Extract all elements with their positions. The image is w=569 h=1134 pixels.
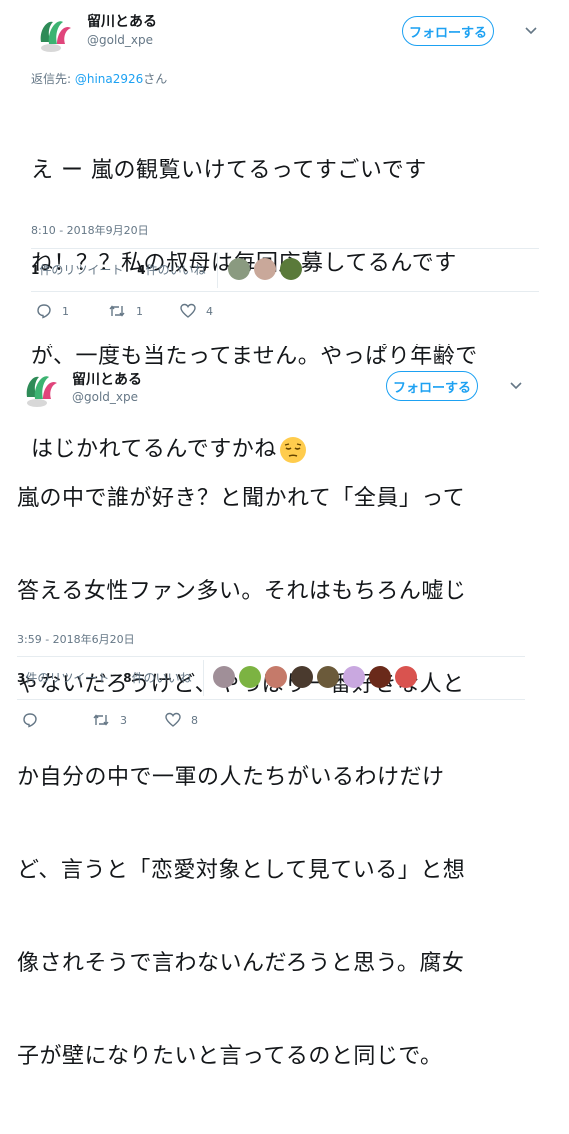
retweet-action[interactable]: 1	[108, 303, 143, 319]
retweet-label: 件のリツイート	[39, 263, 124, 277]
chevron-down-icon[interactable]	[507, 377, 525, 395]
reply-count: 1	[62, 304, 69, 318]
follow-button[interactable]: フォローする	[402, 16, 494, 46]
divider	[217, 252, 218, 288]
like-action[interactable]: 8	[165, 712, 198, 728]
like-label: 件のいいね	[145, 263, 206, 277]
retweet-action[interactable]: 3	[92, 712, 127, 728]
tweet: 留川とある @gold_xpe フォローする 返信先: @hina2926さん …	[0, 0, 569, 463]
retweet-count: 1	[136, 304, 143, 318]
stats-row: 3件のリツイート 8件のいいね	[17, 669, 192, 686]
liker-avatar[interactable]	[254, 258, 276, 280]
tweet-text-line: え ー 嵐の観覧いけてるってすごいです	[31, 158, 427, 183]
tweet-text-line: 嵐の中で誰が好き？と聞かれて「全員」って	[17, 486, 466, 511]
liker-avatar[interactable]	[369, 666, 391, 688]
retweet-stat[interactable]: 3件のリツイート	[17, 671, 109, 685]
tweet-text-line: 子が壁になりたいと言ってるのと同じで。	[17, 1044, 443, 1069]
divider	[0, 345, 569, 346]
like-count: 4	[206, 304, 213, 318]
reply-to-line: 返信先: @hina2926さん	[31, 70, 167, 87]
timestamp[interactable]: 8:10 - 2018年9月20日	[31, 222, 149, 238]
chevron-down-icon[interactable]	[522, 22, 540, 40]
divider	[31, 248, 539, 249]
retweet-icon	[109, 305, 125, 317]
retweet-icon	[93, 714, 109, 726]
liker-avatar[interactable]	[228, 258, 250, 280]
retweet-label: 件のリツイート	[25, 671, 110, 685]
divider	[203, 660, 204, 696]
liker-avatar[interactable]	[213, 666, 235, 688]
display-name[interactable]: 留川とある	[87, 11, 157, 31]
user-handle[interactable]: @gold_xpe	[87, 33, 153, 47]
liker-avatar[interactable]	[291, 666, 313, 688]
like-stat[interactable]: 4件のいいね	[137, 263, 205, 277]
tweet: 留川とある @gold_xpe フォローする 嵐の中で誰が好き？と聞かれて「全員…	[0, 355, 569, 1069]
timestamp[interactable]: 3:59 - 2018年6月20日	[17, 631, 135, 647]
divider	[17, 656, 525, 657]
display-name[interactable]: 留川とある	[72, 369, 142, 389]
liker-avatar[interactable]	[265, 666, 287, 688]
user-handle[interactable]: @gold_xpe	[72, 390, 138, 404]
tweet-text-line: 答える女性ファン多い。それはもちろん嘘じ	[17, 579, 467, 604]
stats-row: 1件のリツイート 4件のいいね	[31, 261, 206, 278]
reply-action[interactable]: 1	[36, 303, 69, 319]
reply-icon	[23, 713, 37, 728]
reply-icon	[37, 304, 51, 319]
liker-avatar[interactable]	[317, 666, 339, 688]
like-count: 4	[137, 263, 146, 277]
reply-to-suffix: さん	[143, 72, 168, 86]
reply-action[interactable]	[22, 712, 48, 728]
follow-button[interactable]: フォローする	[386, 371, 478, 401]
liker-avatar[interactable]	[280, 258, 302, 280]
liker-avatar[interactable]	[343, 666, 365, 688]
reply-to-prefix: 返信先:	[31, 72, 75, 86]
avatar[interactable]	[31, 12, 79, 60]
liker-avatar[interactable]	[395, 666, 417, 688]
divider	[31, 291, 539, 292]
retweet-count: 3	[120, 713, 127, 727]
tweet-text: 嵐の中で誰が好き？と聞かれて「全員」って 答える女性ファン多い。それはもちろん嘘…	[17, 421, 466, 1134]
heart-icon	[165, 712, 181, 727]
tweet-text-line: ど、言うと「恋愛対象として見ている」と想	[17, 858, 466, 883]
avatar[interactable]	[17, 367, 65, 415]
like-count: 8	[123, 671, 132, 685]
like-stat[interactable]: 8件のいいね	[123, 671, 191, 685]
tweet-text-line: か自分の中で一軍の人たちがいるわけだけ	[17, 765, 445, 790]
divider	[17, 699, 525, 700]
heart-icon	[180, 303, 196, 318]
tweet-text-line: 像されそうで言わないんだろうと思う。腐女	[17, 951, 465, 976]
reply-to-handle[interactable]: @hina2926	[75, 72, 143, 86]
retweet-stat[interactable]: 1件のリツイート	[31, 263, 123, 277]
like-count: 8	[191, 713, 198, 727]
like-label: 件のいいね	[131, 671, 192, 685]
liker-avatar[interactable]	[239, 666, 261, 688]
like-action[interactable]: 4	[180, 303, 213, 319]
